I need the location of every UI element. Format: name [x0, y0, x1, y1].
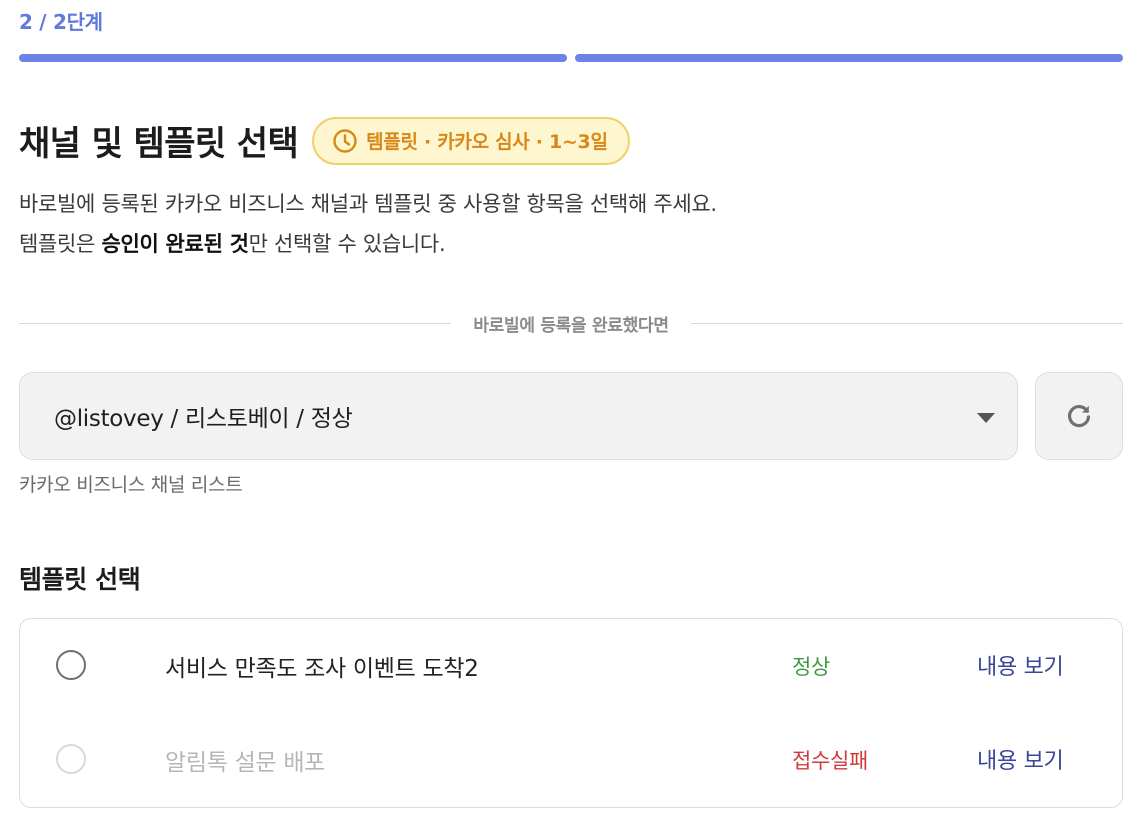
divider-text: 바로빌에 등록을 완료했다면 — [473, 315, 669, 336]
progress-segment-1 — [19, 54, 567, 62]
refresh-icon — [1067, 404, 1091, 428]
channel-select-row: @listovey / 리스토베이 / 정상 — [19, 372, 1123, 460]
progress-segment-2 — [575, 54, 1123, 62]
divider-line-right — [690, 322, 1124, 324]
clock-icon — [333, 128, 357, 153]
review-duration-badge: 템플릿 · 카카오 심사 · 1~3일 — [312, 116, 630, 165]
description-emphasis: 승인이 완료된 것 — [101, 232, 249, 256]
title-row: 채널 및 템플릿 선택 템플릿 · 카카오 심사 · 1~3일 — [19, 116, 630, 165]
channel-select-value: @listovey / 리스토베이 / 정상 — [54, 406, 353, 432]
description-line-2-prefix: 템플릿은 — [19, 232, 102, 256]
channel-select-caption: 카카오 비즈니스 채널 리스트 — [19, 474, 243, 496]
description-line-2: 템플릿은 승인이 완료된 것만 선택할 수 있습니다. — [19, 224, 717, 264]
step-progress-bar — [19, 54, 1123, 62]
view-content-link[interactable]: 내용 보기 — [977, 649, 1064, 681]
page-title: 채널 및 템플릿 선택 — [19, 124, 299, 164]
description: 바로빌에 등록된 카카오 비즈니스 채널과 템플릿 중 사용할 항목을 선택해 … — [19, 184, 717, 264]
divider-line-left — [19, 322, 452, 324]
refresh-button[interactable] — [1035, 372, 1123, 460]
section-divider: 바로빌에 등록을 완료했다면 — [19, 308, 1124, 338]
template-radio — [56, 744, 86, 774]
channel-select[interactable]: @listovey / 리스토베이 / 정상 — [19, 372, 1018, 460]
view-content-link[interactable]: 내용 보기 — [977, 743, 1064, 775]
template-name: 서비스 만족도 조사 이벤트 도착2 — [165, 656, 479, 682]
template-row: 알림톡 설문 배포 접수실패 내용 보기 — [20, 713, 1122, 807]
step-indicator: 2 / 2단계 — [19, 10, 103, 34]
template-status: 정상 — [792, 655, 831, 679]
description-line-2-suffix: 만 선택할 수 있습니다. — [248, 232, 446, 256]
template-name: 알림톡 설문 배포 — [165, 750, 326, 776]
template-radio[interactable] — [56, 650, 86, 680]
template-list: 서비스 만족도 조사 이벤트 도착2 정상 내용 보기 알림톡 설문 배포 접수… — [19, 618, 1123, 808]
badge-text: 템플릿 · 카카오 심사 · 1~3일 — [366, 131, 608, 153]
description-line-1: 바로빌에 등록된 카카오 비즈니스 채널과 템플릿 중 사용할 항목을 선택해 … — [19, 192, 717, 216]
caret-down-icon — [977, 413, 995, 423]
template-row[interactable]: 서비스 만족도 조사 이벤트 도착2 정상 내용 보기 — [20, 619, 1122, 713]
template-section-title: 템플릿 선택 — [19, 565, 141, 594]
template-status: 접수실패 — [792, 749, 869, 773]
